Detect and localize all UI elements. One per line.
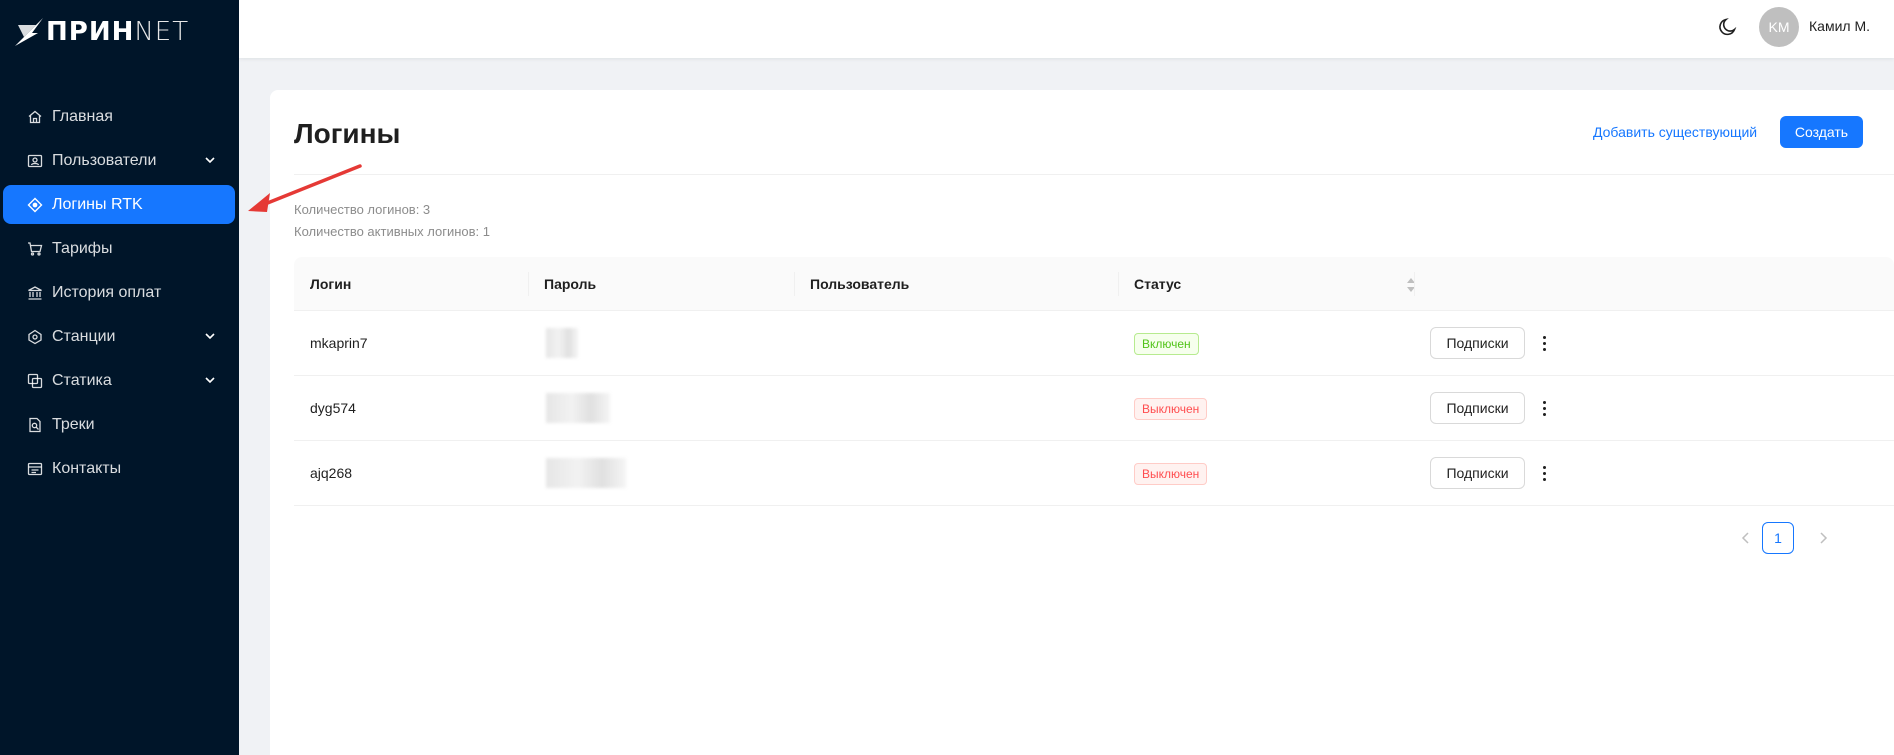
- more-actions-icon[interactable]: [1538, 463, 1550, 483]
- sidebar-item-rtk-logins[interactable]: Логины RTK: [3, 185, 235, 224]
- sidebar-item-payment-history[interactable]: История оплат: [3, 273, 235, 312]
- column-header-user: Пользователь: [810, 276, 910, 292]
- users-icon: [27, 153, 43, 169]
- cart-icon: [27, 241, 43, 257]
- sidebar-item-label: История оплат: [52, 283, 162, 301]
- contacts-icon: [27, 461, 43, 477]
- status-badge: Выключен: [1134, 463, 1208, 485]
- sidebar-item-stations[interactable]: Станции: [3, 317, 235, 356]
- station-icon: [27, 329, 43, 345]
- status-badge: Включен: [1134, 333, 1199, 355]
- chevron-down-icon: [205, 333, 215, 340]
- home-icon: [27, 109, 43, 125]
- chevron-down-icon: [205, 377, 215, 384]
- sidebar: ПРИНNET Главная Пользователи Логины RTK: [0, 0, 239, 755]
- create-button[interactable]: Создать: [1780, 116, 1863, 148]
- tracks-icon: [27, 417, 43, 433]
- more-actions-icon[interactable]: [1538, 398, 1550, 418]
- top-header: [239, 0, 1894, 58]
- sidebar-item-home[interactable]: Главная: [3, 97, 235, 136]
- subscriptions-button[interactable]: Подписки: [1430, 457, 1525, 489]
- table-row: mkaprin7 Включен Подписки: [294, 311, 1894, 376]
- sidebar-item-label: Треки: [52, 415, 95, 433]
- column-header-login: Логин: [310, 276, 352, 292]
- sidebar-item-label: Тарифы: [52, 239, 113, 257]
- logo[interactable]: ПРИНNET: [14, 12, 189, 52]
- add-existing-link[interactable]: Добавить существующий: [1593, 124, 1757, 140]
- sidebar-item-label: Пользователи: [52, 151, 157, 169]
- chevron-left-icon: [1741, 532, 1749, 544]
- table-row: dyg574 Выключен Подписки: [294, 376, 1894, 441]
- more-actions-icon[interactable]: [1538, 333, 1550, 353]
- sidebar-item-label: Логины RTK: [52, 195, 143, 213]
- sidebar-item-contacts[interactable]: Контакты: [3, 449, 235, 488]
- logins-table: Логин Пароль Пользователь Статус mkaprin…: [294, 257, 1894, 506]
- logo-text: ПРИНNET: [46, 17, 190, 47]
- sidebar-item-label: Статика: [52, 371, 112, 389]
- sidebar-item-users[interactable]: Пользователи: [3, 141, 235, 180]
- subscriptions-button[interactable]: Подписки: [1430, 392, 1525, 424]
- sidebar-item-label: Станции: [52, 327, 116, 345]
- table-header: Логин Пароль Пользователь Статус: [294, 257, 1894, 311]
- column-header-password: Пароль: [544, 276, 597, 292]
- status-badge: Выключен: [1134, 398, 1208, 420]
- sidebar-menu: Главная Пользователи Логины RTK Тарифы И…: [0, 97, 239, 493]
- login-cell: dyg574: [310, 400, 356, 416]
- bank-icon: [27, 285, 43, 301]
- password-hidden: [546, 393, 610, 423]
- chevron-right-icon: [1820, 532, 1828, 544]
- sidebar-item-tariffs[interactable]: Тарифы: [3, 229, 235, 268]
- sidebar-item-label: Главная: [52, 107, 113, 125]
- avatar[interactable]: KM: [1759, 7, 1799, 47]
- active-logins-count: Количество активных логинов: 1: [294, 224, 490, 239]
- column-separator: [1414, 272, 1415, 296]
- static-icon: [27, 373, 43, 389]
- sidebar-item-tracks[interactable]: Треки: [3, 405, 235, 444]
- login-cell: mkaprin7: [310, 335, 368, 351]
- chevron-down-icon: [205, 157, 215, 164]
- logo-mark-icon: [15, 18, 43, 46]
- login-cell: ajq268: [310, 465, 353, 481]
- pagination-prev[interactable]: [1730, 522, 1762, 554]
- user-name[interactable]: Камил М.: [1809, 18, 1870, 34]
- sidebar-item-label: Контакты: [52, 459, 122, 477]
- moon-icon[interactable]: [1717, 16, 1739, 38]
- annotation-arrow: [248, 164, 362, 212]
- table-row: ajq268 Выключен Подписки: [294, 441, 1894, 506]
- column-header-status[interactable]: Статус: [1118, 257, 1181, 311]
- sidebar-item-static[interactable]: Статика: [3, 361, 235, 400]
- content-card: Логины Добавить существующий Создать Кол…: [270, 90, 1894, 755]
- password-hidden: [546, 458, 626, 488]
- page-title: Логины: [294, 118, 401, 149]
- subscriptions-button[interactable]: Подписки: [1430, 327, 1525, 359]
- divider: [294, 174, 1894, 175]
- password-hidden: [546, 328, 578, 358]
- pagination-next[interactable]: [1807, 522, 1839, 554]
- target-icon: [27, 197, 43, 213]
- pagination-page[interactable]: 1: [1762, 522, 1794, 554]
